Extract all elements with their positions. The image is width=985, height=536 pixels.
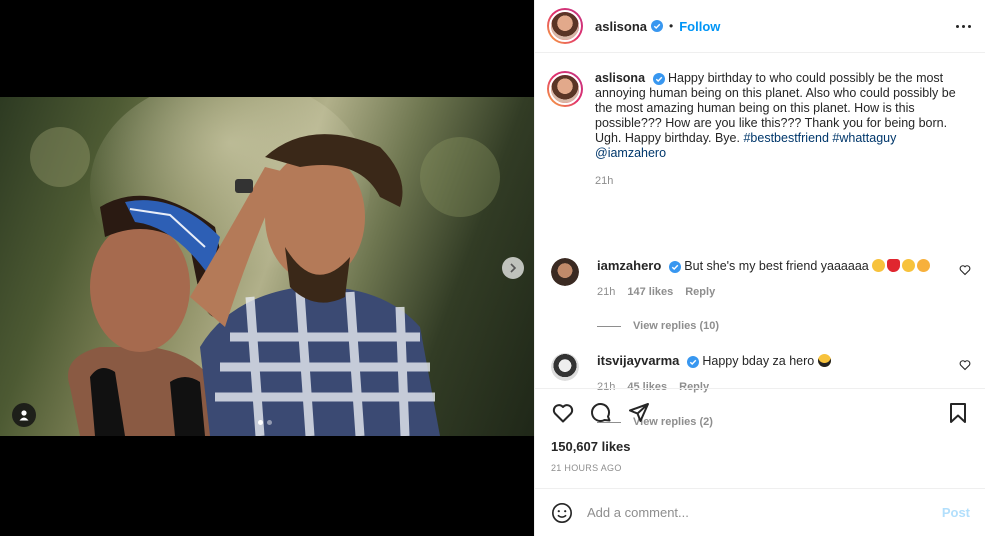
view-replies-button[interactable]: View replies (10)	[597, 320, 719, 332]
follow-button[interactable]: Follow	[679, 19, 720, 34]
share-icon[interactable]	[627, 401, 651, 425]
comment-item: iamzahero But she's my best friend yaaaa…	[551, 258, 971, 298]
post-timestamp[interactable]: 21 HOURS AGO	[551, 463, 970, 473]
post-actions: 150,607 likes 21 HOURS AGO	[535, 388, 985, 473]
verified-badge-icon	[686, 355, 699, 368]
comment-icon[interactable]	[589, 401, 613, 425]
comment-text: But she's my best friend yaaaaaa	[684, 259, 869, 273]
next-photo-button[interactable]	[502, 257, 524, 279]
heart-icon[interactable]	[959, 359, 971, 371]
carousel-dot	[267, 420, 272, 425]
emoji-row	[872, 259, 932, 273]
chevron-right-icon	[510, 263, 517, 273]
author-username[interactable]: aslisona	[595, 19, 647, 34]
more-options-icon[interactable]	[956, 24, 971, 28]
comment-likes[interactable]: 147 likes	[627, 286, 673, 298]
reply-button[interactable]: Reply	[685, 286, 715, 298]
carousel-indicator	[258, 420, 272, 425]
post-header: aslisona • Follow	[535, 0, 985, 53]
hugging-emoji-icon	[902, 259, 916, 272]
comment-text: Happy bday za hero	[702, 354, 815, 368]
post-side-panel: aslisona • Follow aslisona Happy birthda…	[534, 0, 985, 536]
kissing-emoji-icon	[917, 259, 931, 272]
author-avatar[interactable]	[547, 8, 583, 44]
commenter-avatar[interactable]	[551, 353, 579, 381]
comment-timestamp: 21h	[597, 286, 616, 298]
photo-illustration	[30, 97, 500, 436]
red-heart-emoji-icon	[887, 259, 901, 272]
comment-input[interactable]	[587, 505, 942, 520]
verified-badge-icon	[652, 72, 665, 85]
header-separator: •	[669, 19, 674, 33]
heart-icon[interactable]	[959, 264, 971, 276]
add-comment-bar: Post	[535, 488, 985, 536]
caption-timestamp: 21h	[595, 175, 614, 187]
commenter-username[interactable]: itsvijayvarma	[597, 353, 679, 368]
post-photo[interactable]	[0, 97, 534, 436]
verified-badge-icon	[668, 260, 681, 273]
user-tag-icon	[19, 410, 29, 421]
commenter-avatar[interactable]	[551, 258, 579, 286]
user-tag-button[interactable]	[12, 403, 36, 427]
likes-count[interactable]: 150,607 likes	[551, 439, 970, 454]
instagram-post-viewer: aslisona • Follow aslisona Happy birthda…	[0, 0, 985, 536]
verified-badge-icon	[651, 20, 664, 32]
sunglasses-emoji-icon	[817, 354, 831, 367]
caption-author-avatar[interactable]	[547, 71, 583, 107]
carousel-dot-active	[258, 420, 263, 425]
post-caption: aslisona Happy birthday to who could pos…	[547, 71, 969, 189]
post-media	[0, 0, 534, 536]
comment-item: itsvijayvarma Happy bday za hero 21h 45 …	[551, 353, 971, 393]
comments-section[interactable]: aslisona Happy birthday to who could pos…	[535, 53, 985, 428]
view-replies-label: View replies (10)	[633, 320, 720, 332]
commenter-username[interactable]: iamzahero	[597, 258, 661, 273]
emoji-icon[interactable]	[551, 502, 573, 524]
heart-icon[interactable]	[551, 401, 575, 425]
post-comment-button[interactable]: Post	[942, 505, 970, 520]
bookmark-icon[interactable]	[946, 401, 970, 425]
laughing-emoji-icon	[872, 259, 886, 272]
caption-username[interactable]: aslisona	[595, 71, 645, 85]
